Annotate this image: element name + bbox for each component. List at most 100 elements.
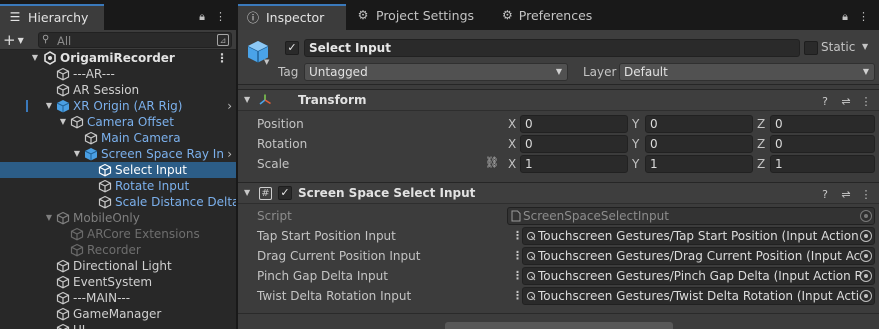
tree-item-label: MobileOnly [73, 211, 140, 225]
drag-current-field[interactable]: Touchscreen Gestures/Drag Current Positi… [522, 247, 875, 265]
tree-item-xr-origin[interactable]: ▼ XR Origin (AR Rig) › [0, 98, 236, 114]
tap-start-field[interactable]: Touchscreen Gestures/Tap Start Position … [522, 227, 875, 245]
static-dropdown-icon[interactable]: ▼ [862, 42, 868, 51]
chevron-right-icon[interactable]: › [227, 98, 232, 114]
help-icon[interactable]: ? [818, 94, 832, 108]
position-z-field[interactable]: 0 [770, 115, 875, 133]
tab-hierarchy[interactable]: ☰ Hierarchy [0, 4, 104, 30]
presets-icon[interactable]: ⇌ [839, 94, 853, 108]
tree-item-ar-session[interactable]: AR Session [0, 82, 236, 98]
gameobject-icon [84, 131, 98, 145]
gameobject-icon [56, 259, 70, 273]
scale-x-field[interactable]: 1 [520, 155, 628, 173]
tree-item-ui[interactable]: UI [0, 322, 236, 329]
help-icon[interactable]: ? [818, 187, 832, 201]
tree-item-select-input[interactable]: Select Input [0, 162, 236, 178]
lock-icon[interactable]: 🔒︎ [842, 10, 848, 24]
tag-dropdown[interactable]: Untagged ▼ [304, 63, 568, 81]
object-picker-icon[interactable] [860, 250, 872, 262]
component-title: Screen Space Select Input [298, 186, 476, 200]
more-menu-icon[interactable]: ⋮ [215, 10, 226, 24]
gameobject-icon [56, 211, 70, 225]
axis-z-label: Z [757, 117, 766, 131]
foldout-icon[interactable]: ▼ [72, 146, 82, 162]
tree-item-scale-distance-delta[interactable]: Scale Distance Delta [0, 194, 236, 210]
transform-icon [259, 94, 271, 105]
component-menu-icon[interactable]: ⋮ [859, 94, 873, 108]
scale-z-field[interactable]: 1 [770, 155, 875, 173]
link-icon[interactable]: ⛓ [485, 156, 499, 169]
component-menu-icon[interactable]: ⋮ [859, 187, 873, 201]
position-y-field[interactable]: 0 [645, 115, 753, 133]
static-checkbox[interactable] [804, 41, 818, 55]
tag-label: Tag [278, 65, 299, 79]
tree-item-main-camera[interactable]: Main Camera [0, 130, 236, 146]
rotation-x-field[interactable]: 0 [520, 135, 628, 153]
inspector-tabstrip: ⓘ Inspector ⚙ Project Settings ⚙ Prefere… [238, 0, 879, 30]
filter-icon[interactable]: ⊿ [217, 34, 229, 46]
prefab-icon [56, 100, 70, 113]
gameobject-icon [98, 179, 112, 193]
tab-inspector[interactable]: ⓘ Inspector [238, 4, 346, 30]
tree-item-eventsystem[interactable]: EventSystem [0, 274, 236, 290]
gameobject-icon [56, 291, 70, 305]
gear-icon: ⚙ [357, 8, 369, 22]
tree-item-mobileonly[interactable]: ▼ MobileOnly [0, 210, 236, 226]
hierarchy-search-input[interactable]: ⚲ All ⊿ [38, 32, 232, 48]
drag-current-label: Drag Current Position Input [257, 249, 421, 263]
tree-item-arcore-extensions[interactable]: ARCore Extensions [0, 226, 236, 242]
tree-item-label: XR Origin (AR Rig) [73, 99, 183, 113]
tree-item-label: UI [73, 322, 85, 329]
foldout-icon[interactable]: ▼ [244, 95, 250, 104]
tab-hierarchy-label: Hierarchy [28, 10, 89, 25]
rotation-z-field[interactable]: 0 [770, 135, 875, 153]
tree-item-camera-offset[interactable]: ▼ Camera Offset [0, 114, 236, 130]
drag-current-value: Touchscreen Gestures/Drag Current Positi… [538, 249, 869, 263]
active-checkbox[interactable]: ✓ [285, 41, 299, 55]
select-input-component-header[interactable]: ▼ # ✓ Screen Space Select Input ? ⇌ ⋮ [238, 182, 879, 204]
transform-header[interactable]: ▼ Transform ? ⇌ ⋮ [238, 89, 879, 111]
rotation-label: Rotation [257, 137, 308, 151]
input-action-icon [526, 291, 536, 301]
tab-project-settings[interactable]: ⚙ Project Settings [348, 4, 482, 30]
scale-y-field[interactable]: 1 [645, 155, 753, 173]
more-menu-icon[interactable]: ⋮ [858, 10, 869, 24]
rotation-y-field[interactable]: 0 [645, 135, 753, 153]
foldout-icon[interactable]: ▼ [44, 210, 54, 226]
add-component-button[interactable] [445, 322, 673, 329]
layer-dropdown[interactable]: Default ▼ [619, 63, 875, 81]
object-picker-icon [860, 210, 872, 222]
object-picker-icon[interactable] [860, 290, 872, 302]
tree-item-recorder[interactable]: Recorder [0, 242, 236, 258]
gameobject-name-field[interactable]: Select Input [304, 39, 800, 57]
static-label: Static [821, 40, 856, 54]
foldout-icon[interactable]: ▼ [58, 114, 68, 130]
add-button[interactable]: + ▼ [3, 31, 29, 49]
position-x-field[interactable]: 0 [520, 115, 628, 133]
object-picker-icon[interactable] [860, 270, 872, 282]
more-icon[interactable]: ⋮ [216, 50, 228, 66]
icon-dropdown-icon[interactable]: ▼ [264, 58, 269, 66]
tab-preferences[interactable]: ⚙ Preferences [494, 4, 598, 30]
pinch-gap-field[interactable]: Touchscreen Gestures/Pinch Gap Delta (In… [522, 267, 875, 285]
twist-delta-field[interactable]: Touchscreen Gestures/Twist Delta Rotatio… [522, 287, 875, 305]
tree-item-ar-separator[interactable]: ---AR--- [0, 66, 236, 82]
component-divider [238, 313, 879, 314]
tree-item-gamemanager[interactable]: GameManager [0, 306, 236, 322]
component-enabled-checkbox[interactable]: ✓ [278, 186, 292, 200]
chevron-right-icon[interactable]: › [227, 146, 232, 162]
tree-item-label: Select Input [115, 163, 187, 177]
tree-item-screen-space-ray[interactable]: ▼ Screen Space Ray In › [0, 146, 236, 162]
foldout-icon[interactable]: ▼ [44, 98, 54, 114]
tree-item-rotate-input[interactable]: Rotate Input [0, 178, 236, 194]
presets-icon[interactable]: ⇌ [839, 187, 853, 201]
hierarchy-tab-controls: 🔒︎ ⋮ [199, 10, 226, 24]
tree-item-main-separator[interactable]: ---MAIN--- [0, 290, 236, 306]
foldout-icon[interactable]: ▼ [30, 50, 40, 66]
tree-item-directional-light[interactable]: Directional Light [0, 258, 236, 274]
transform-title: Transform [298, 93, 367, 107]
foldout-icon[interactable]: ▼ [244, 188, 250, 197]
object-picker-icon[interactable] [860, 230, 872, 242]
tree-item-origamirecorder[interactable]: ▼ OrigamiRecorder ⋮ [0, 50, 236, 66]
lock-icon[interactable]: 🔒︎ [199, 10, 205, 24]
